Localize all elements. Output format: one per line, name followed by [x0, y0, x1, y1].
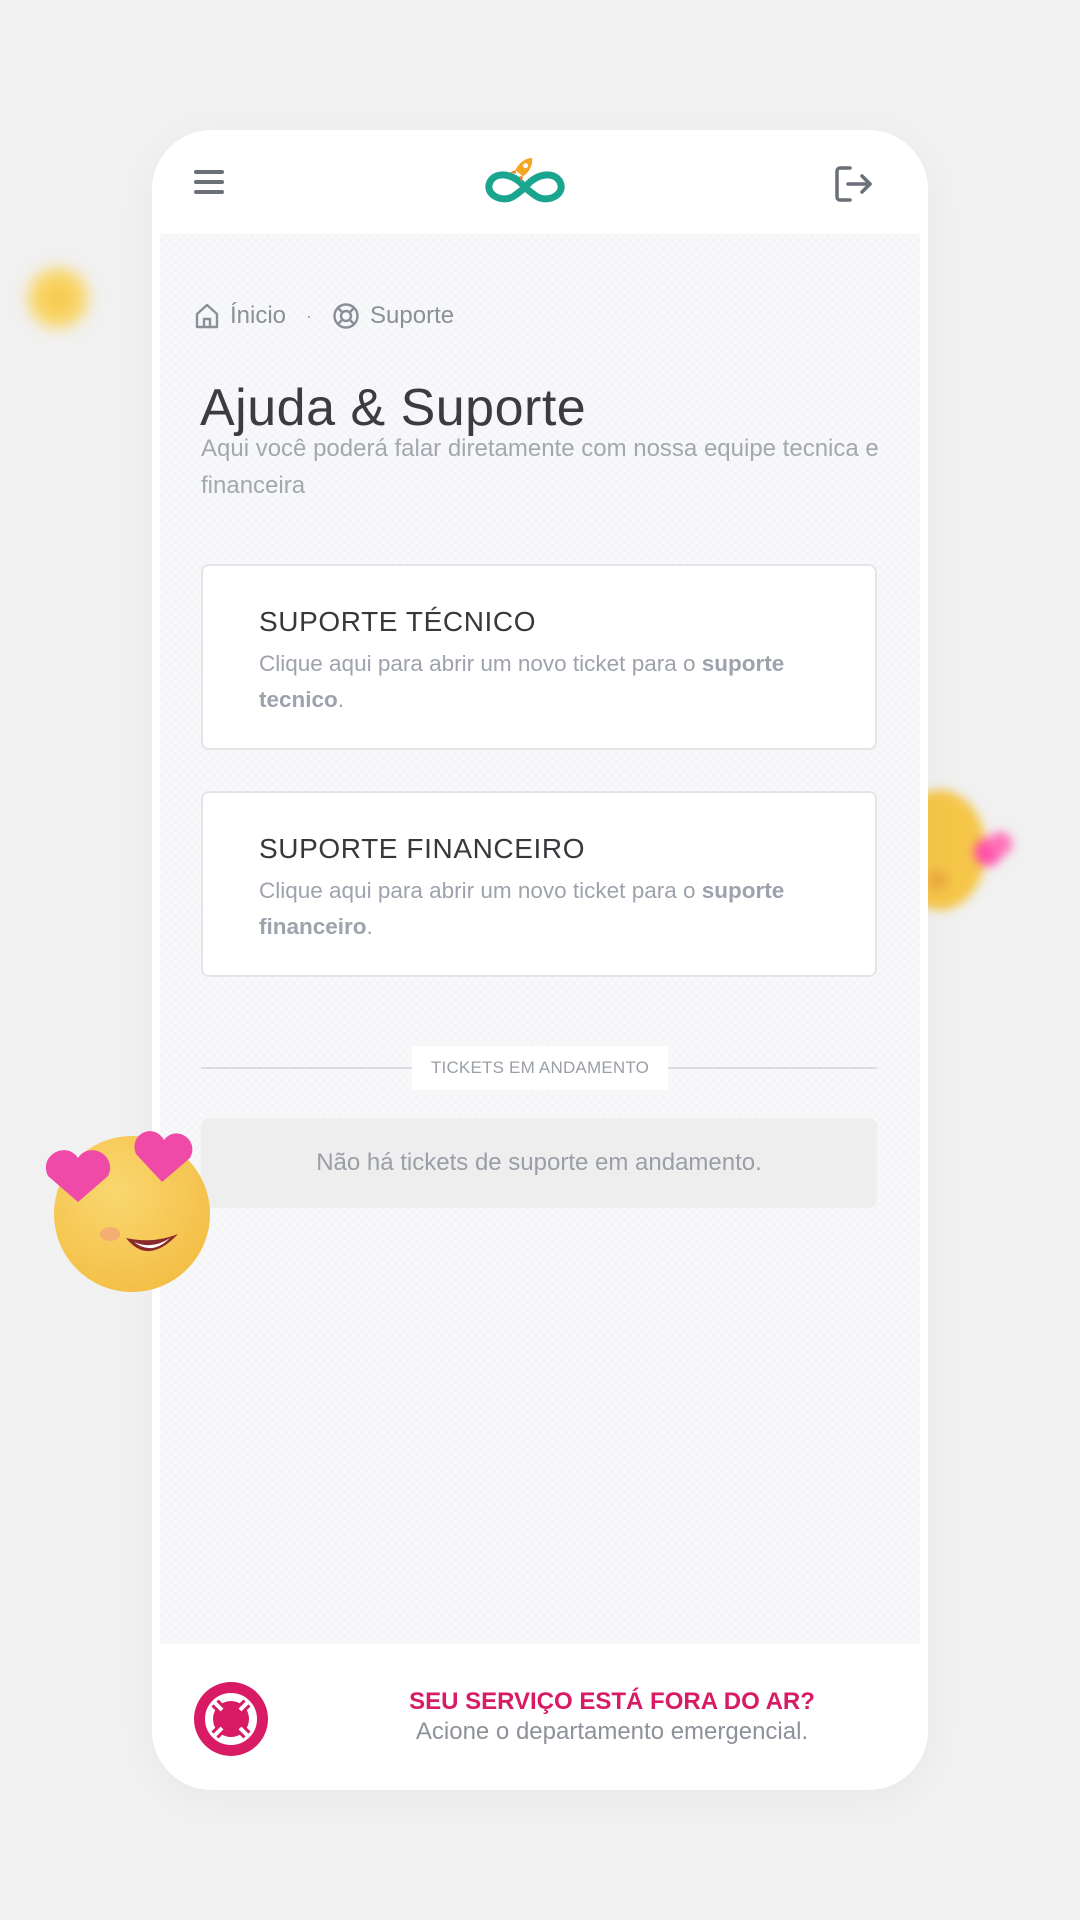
card-description: Clique aqui para abrir um novo ticket pa… — [259, 646, 839, 718]
home-icon — [195, 303, 219, 329]
breadcrumb-current: Suporte — [332, 302, 454, 330]
divider-line-right — [668, 1067, 877, 1069]
emergency-footer[interactable]: SEU SERVIÇO ESTÁ FORA DO AR? Acione o de… — [152, 1644, 928, 1790]
emergency-subtitle: Acione o departamento emergencial. — [415, 1718, 809, 1745]
breadcrumb: Ínicio · Suporte — [194, 298, 454, 334]
card-desc-suffix: . — [337, 687, 345, 712]
lifebuoy-icon[interactable] — [194, 1682, 268, 1756]
page-subtitle: Aqui você poderá falar diretamente com n… — [201, 435, 879, 499]
card-desc-text: Clique aqui para abrir um novo ticket pa… — [259, 651, 702, 676]
blurred-emoji-decoration — [22, 262, 94, 334]
top-bar — [152, 130, 928, 234]
screen: Ínicio · Suporte Ajuda & Suporte Aqui vo… — [0, 0, 1080, 1920]
breadcrumb-separator: · — [306, 305, 313, 326]
breadcrumb-current-label: Suporte — [370, 302, 455, 329]
financial-support-card[interactable]: SUPORTE FINANCEIRO Clique aqui para abri… — [201, 791, 877, 977]
breadcrumb-home[interactable]: Ínicio — [194, 302, 286, 330]
lifebuoy-icon — [333, 303, 359, 329]
tickets-section-label: TICKETS EM ANDAMENTO — [412, 1046, 668, 1090]
page-title: Ajuda & Suporte — [200, 379, 587, 437]
card-description: Clique aqui para abrir um novo ticket pa… — [259, 873, 839, 945]
tickets-empty-state: Não há tickets de suporte em andamento. — [201, 1118, 877, 1208]
hamburger-menu-icon[interactable] — [194, 166, 226, 196]
card-title: SUPORTE FINANCEIRO — [259, 833, 586, 864]
emergency-title[interactable]: SEU SERVIÇO ESTÁ FORA DO AR? — [332, 1688, 892, 1716]
logout-icon[interactable] — [832, 162, 876, 206]
card-desc-suffix: . — [366, 914, 373, 939]
infinity-rocket-logo[interactable] — [480, 152, 570, 208]
app-screen: Ínicio · Suporte Ajuda & Suporte Aqui vo… — [152, 130, 928, 1790]
card-title: SUPORTE TÉCNICO — [259, 606, 537, 637]
breadcrumb-home-label: Ínicio — [230, 302, 287, 329]
technical-support-card[interactable]: SUPORTE TÉCNICO Clique aqui para abrir u… — [201, 564, 877, 750]
card-desc-text: Clique aqui para abrir um novo ticket pa… — [259, 878, 702, 903]
heart-eyes-emoji — [45, 1131, 210, 1292]
divider-line-left — [201, 1067, 413, 1069]
